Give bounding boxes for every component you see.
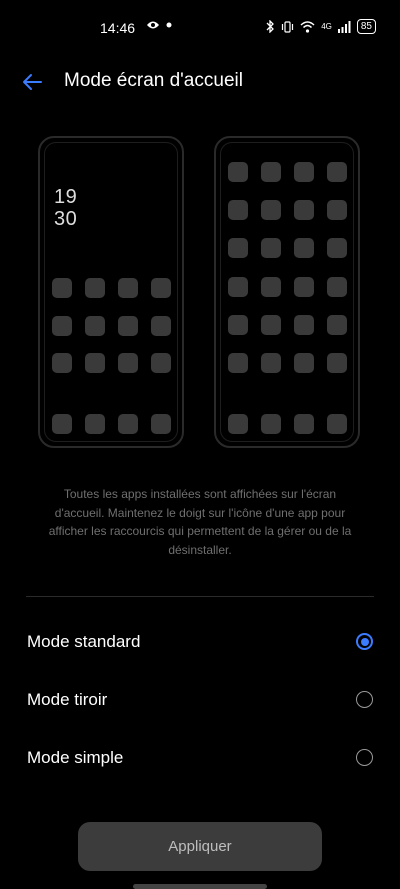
battery-icon: 85: [356, 19, 376, 34]
home-indicator: [133, 884, 267, 889]
app-icon-placeholder: [327, 238, 347, 258]
app-icon-placeholder: [294, 277, 314, 297]
page-title: Mode écran d'accueil: [64, 70, 243, 91]
app-icon-placeholder: [151, 414, 171, 434]
status-left-icons: [146, 19, 172, 31]
signal-icon: [337, 20, 351, 33]
option-drawer-mode[interactable]: Mode tiroir: [0, 674, 400, 726]
option-label: Mode standard: [27, 632, 141, 651]
app-icon-placeholder: [228, 353, 248, 373]
app-icon-placeholder: [118, 353, 138, 373]
app-icon-placeholder: [261, 277, 281, 297]
option-label: Mode simple: [27, 748, 124, 767]
app-icon-placeholder: [294, 315, 314, 335]
app-icon-placeholder: [261, 315, 281, 335]
app-icon-placeholder: [327, 277, 347, 297]
app-icon-placeholder: [261, 162, 281, 182]
app-icon-placeholder: [228, 414, 248, 434]
app-icon-placeholder: [261, 353, 281, 373]
app-icon-placeholder: [85, 278, 105, 298]
back-button[interactable]: [20, 70, 48, 94]
app-icon-placeholder: [52, 278, 72, 298]
app-icon-placeholder: [228, 200, 248, 220]
app-icon-placeholder: [52, 316, 72, 336]
app-icon-placeholder: [85, 316, 105, 336]
option-simple-mode[interactable]: Mode simple: [0, 732, 400, 784]
app-icon-placeholder: [294, 414, 314, 434]
app-icon-placeholder: [52, 353, 72, 373]
preview-clock: 19 30: [54, 186, 77, 230]
vibrate-icon: [282, 20, 294, 33]
app-icon-placeholder: [294, 238, 314, 258]
eye-icon: [147, 21, 159, 29]
app-icon-placeholder: [228, 315, 248, 335]
app-icon-placeholder: [85, 414, 105, 434]
radio-standard-mode[interactable]: [356, 633, 373, 650]
app-icon-placeholder: [294, 353, 314, 373]
app-icon-placeholder: [261, 200, 281, 220]
option-standard-mode[interactable]: Mode standard: [0, 616, 400, 668]
app-icon-placeholder: [327, 315, 347, 335]
app-icon-placeholder: [52, 414, 72, 434]
clock-hours: 19: [54, 186, 78, 208]
app-icon-placeholder: [151, 353, 171, 373]
app-icon-placeholder: [327, 162, 347, 182]
app-icon-placeholder: [228, 162, 248, 182]
dot-icon: [166, 22, 172, 28]
app-icon-placeholder: [228, 238, 248, 258]
header: Mode écran d'accueil: [0, 62, 400, 102]
status-bar: 14:46 4G 85: [0, 0, 400, 56]
wifi-icon: [300, 20, 315, 33]
bluetooth-icon: [266, 20, 275, 33]
app-icon-placeholder: [327, 414, 347, 434]
mode-description: Toutes les apps installées sont affichée…: [48, 487, 352, 557]
preview-drawer-mode[interactable]: [214, 136, 360, 448]
status-time: 14:46: [100, 20, 136, 36]
app-icon-placeholder: [151, 278, 171, 298]
app-icon-placeholder: [118, 414, 138, 434]
option-label: Mode tiroir: [27, 690, 108, 709]
app-icon-placeholder: [151, 316, 171, 336]
divider: [26, 596, 374, 597]
app-icon-placeholder: [327, 200, 347, 220]
arrow-left-icon: [23, 74, 42, 90]
app-icon-placeholder: [85, 353, 105, 373]
status-right-icons: 4G 85: [266, 19, 376, 34]
app-icon-placeholder: [118, 278, 138, 298]
app-icon-placeholder: [118, 316, 138, 336]
network-type: 4G: [321, 22, 332, 31]
app-icon-placeholder: [327, 353, 347, 373]
radio-simple-mode[interactable]: [356, 749, 373, 766]
app-icon-placeholder: [261, 414, 281, 434]
clock-minutes: 30: [54, 208, 78, 230]
preview-standard-mode[interactable]: 19 30: [38, 136, 184, 448]
radio-drawer-mode[interactable]: [356, 691, 373, 708]
apply-button[interactable]: Appliquer: [78, 822, 322, 871]
app-icon-placeholder: [294, 200, 314, 220]
app-icon-placeholder: [228, 277, 248, 297]
app-icon-placeholder: [261, 238, 281, 258]
app-icon-placeholder: [294, 162, 314, 182]
